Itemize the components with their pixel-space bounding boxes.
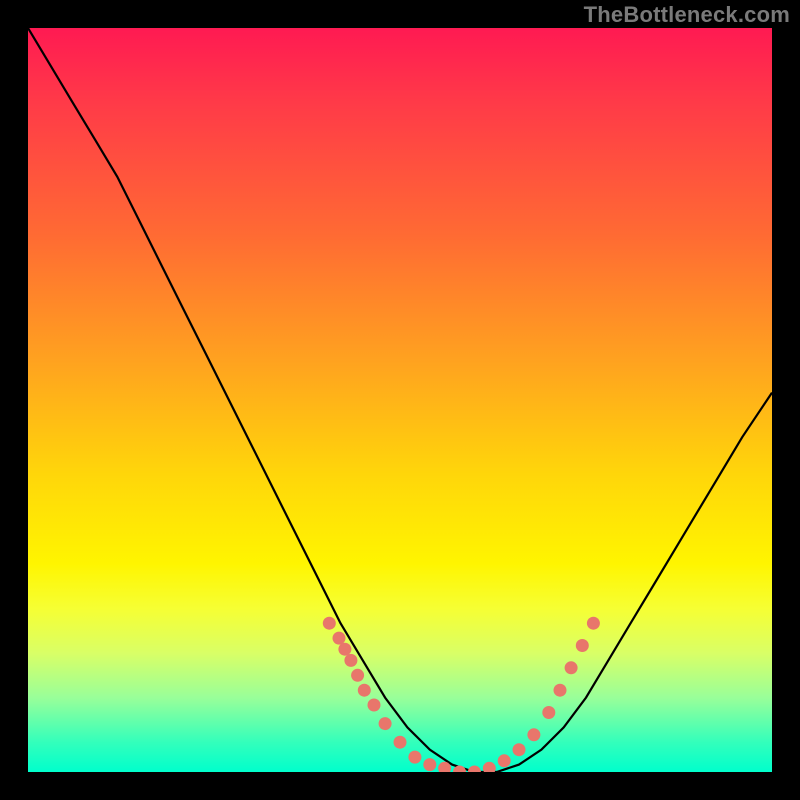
- curve-marker: [379, 717, 392, 730]
- chart-frame: TheBottleneck.com: [0, 0, 800, 800]
- curve-marker: [527, 728, 540, 741]
- chart-svg: [28, 28, 772, 772]
- curve-marker: [498, 754, 511, 767]
- curve-marker: [565, 661, 578, 674]
- curve-marker: [351, 669, 364, 682]
- curve-marker: [542, 706, 555, 719]
- curve-marker: [323, 617, 336, 630]
- curve-marker: [513, 743, 526, 756]
- curve-marker: [468, 766, 481, 773]
- marker-group: [323, 617, 600, 772]
- curve-marker: [423, 758, 436, 771]
- bottleneck-curve: [28, 28, 772, 772]
- curve-marker: [587, 617, 600, 630]
- curve-marker: [344, 654, 357, 667]
- curve-marker: [358, 684, 371, 697]
- curve-marker: [394, 736, 407, 749]
- curve-marker: [368, 699, 381, 712]
- watermark-text: TheBottleneck.com: [584, 2, 790, 28]
- curve-marker: [338, 643, 351, 656]
- chart-plot-area: [28, 28, 772, 772]
- curve-marker: [408, 751, 421, 764]
- curve-marker: [554, 684, 567, 697]
- curve-marker: [576, 639, 589, 652]
- curve-marker: [483, 762, 496, 772]
- curve-marker: [333, 632, 346, 645]
